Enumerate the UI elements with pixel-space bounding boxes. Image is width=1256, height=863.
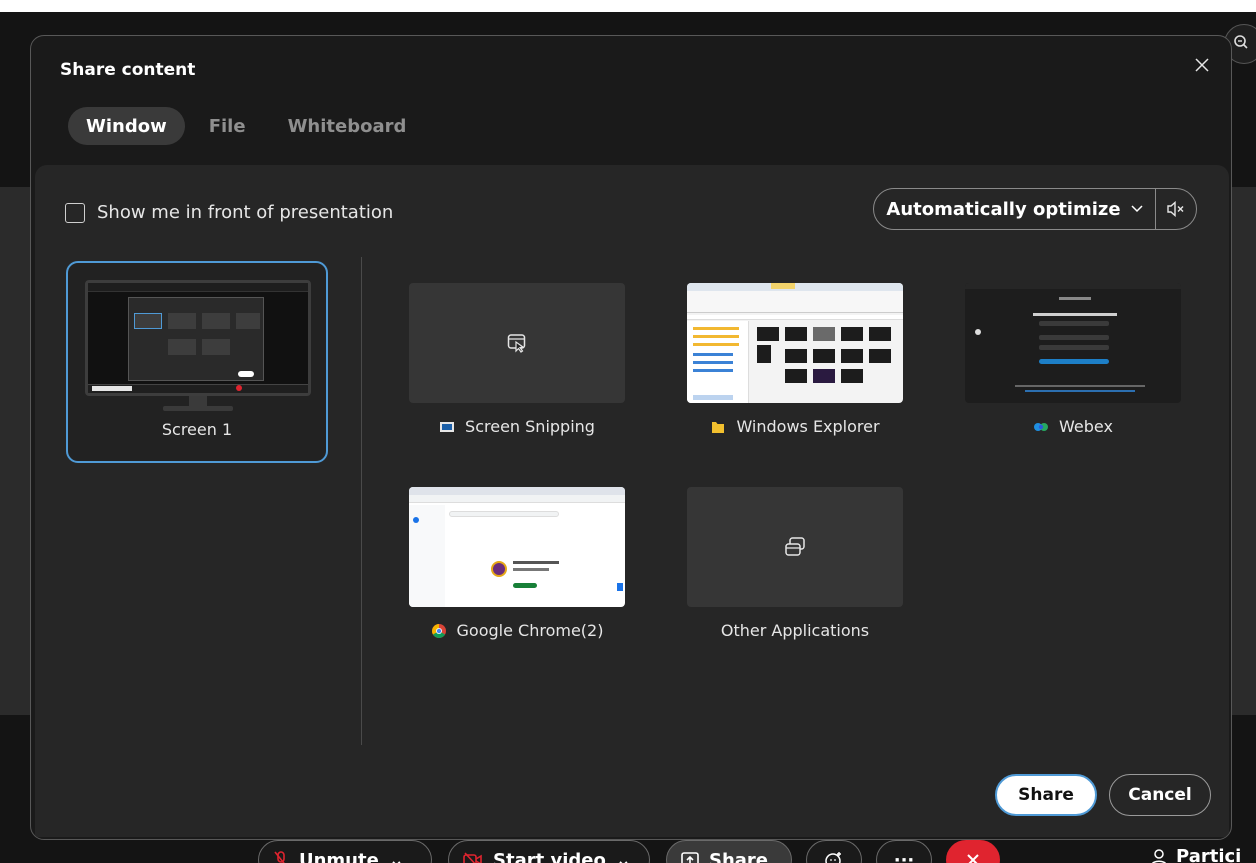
google-chrome-label: Google Chrome(2) <box>456 621 604 640</box>
close-button[interactable] <box>1191 54 1213 76</box>
share-audio-toggle[interactable] <box>1156 189 1196 229</box>
close-icon <box>1195 58 1209 72</box>
section-divider <box>361 257 362 745</box>
start-video-button[interactable]: Start video ⌄ <box>448 840 650 863</box>
window-windows-explorer[interactable]: Windows Explorer <box>687 283 903 436</box>
window-thumbnail <box>409 283 625 403</box>
more-options-button[interactable]: ··· <box>876 840 932 863</box>
screen-1-label: Screen 1 <box>161 420 233 439</box>
window-label: Windows Explorer <box>687 417 903 436</box>
window-label: Google Chrome(2) <box>409 621 625 640</box>
window-thumbnail <box>965 283 1181 403</box>
mic-muted-icon <box>274 851 285 863</box>
share-toolbar-button[interactable]: Share <box>666 840 792 863</box>
video-off-icon <box>463 852 482 863</box>
window-thumbnail <box>687 487 903 607</box>
emoji-add-icon <box>825 852 841 863</box>
reactions-button[interactable] <box>806 840 862 863</box>
dialog-title: Share content <box>60 60 196 80</box>
snipping-window-icon <box>507 334 526 353</box>
other-applications-label: Other Applications <box>720 621 870 640</box>
speaker-muted-icon <box>1167 201 1184 217</box>
show-me-label: Show me in front of presentation <box>97 202 394 223</box>
share-panel: Show me in front of presentation Automat… <box>35 165 1229 837</box>
window-other-applications[interactable]: Other Applications <box>687 487 903 640</box>
person-icon <box>1151 848 1167 863</box>
webex-label: Webex <box>1059 417 1113 436</box>
snipping-icon <box>440 421 455 432</box>
chrome-icon <box>431 623 446 638</box>
window-thumbnail <box>687 283 903 403</box>
screen-snipping-label: Screen Snipping <box>465 417 595 436</box>
close-icon <box>967 854 979 863</box>
chevron-down-icon: ⌄ <box>615 849 631 863</box>
optimize-dropdown[interactable]: Automatically optimize <box>874 189 1156 229</box>
show-me-option[interactable]: Show me in front of presentation <box>65 202 393 223</box>
start-video-label: Start video <box>493 849 606 863</box>
monitor-thumbnail <box>85 280 311 412</box>
unmute-label: Unmute <box>299 849 379 863</box>
share-content-dialog: Share content Window File Whiteboard Sho… <box>30 35 1232 840</box>
webex-icon <box>1034 422 1049 431</box>
cancel-button[interactable]: Cancel <box>1109 774 1211 816</box>
share-tabs: Window File Whiteboard <box>68 107 424 145</box>
show-me-checkbox[interactable] <box>65 202 85 223</box>
screen-preview <box>85 280 311 396</box>
optimize-controls: Automatically optimize <box>873 188 1197 230</box>
chevron-down-icon <box>1131 205 1143 213</box>
window-google-chrome[interactable]: Google Chrome(2) <box>409 487 625 640</box>
window-screen-snipping[interactable]: Screen Snipping <box>409 283 625 436</box>
window-label: Other Applications <box>687 621 903 640</box>
tab-whiteboard[interactable]: Whiteboard <box>270 107 425 145</box>
folder-icon <box>712 421 725 433</box>
zoom-icon <box>1234 35 1248 49</box>
windows-explorer-label: Windows Explorer <box>736 417 880 436</box>
tab-file[interactable]: File <box>191 107 264 145</box>
window-label: Screen Snipping <box>409 417 625 436</box>
participants-button[interactable]: Partici <box>1150 846 1241 863</box>
chevron-down-icon: ⌄ <box>388 849 404 863</box>
share-screen-icon <box>681 852 699 863</box>
window-webex[interactable]: Webex <box>965 283 1181 436</box>
share-button[interactable]: Share <box>995 774 1097 816</box>
screen-1-option[interactable]: Screen 1 <box>66 261 328 463</box>
window-thumbnail <box>409 487 625 607</box>
participants-label: Partici <box>1176 846 1242 863</box>
windows-stack-icon <box>785 537 805 556</box>
leave-meeting-button[interactable] <box>946 840 1000 863</box>
more-label: ··· <box>893 849 915 863</box>
optimize-label: Automatically optimize <box>886 198 1121 220</box>
tab-window[interactable]: Window <box>68 107 185 145</box>
unmute-button[interactable]: Unmute ⌄ <box>258 840 432 863</box>
share-toolbar-label: Share <box>709 849 769 863</box>
window-label: Webex <box>965 417 1181 436</box>
